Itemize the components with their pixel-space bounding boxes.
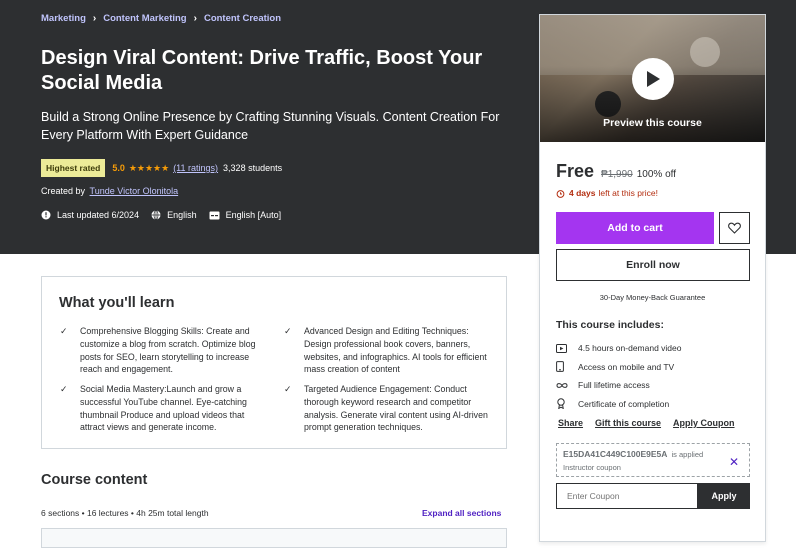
check-icon: ✓	[60, 384, 68, 394]
captions-text: English [Auto]	[225, 210, 282, 220]
includes-item: 4.5 hours on-demand video	[556, 339, 682, 358]
learn-item-text: Advanced Design and Editing Techniques: …	[304, 326, 487, 375]
check-icon: ✓	[284, 326, 292, 336]
check-icon: ✓	[60, 326, 68, 336]
video-icon	[556, 343, 569, 353]
star-rating-icon: ★★★★★	[128, 162, 170, 173]
last-updated: Last updated 6/2024	[41, 210, 139, 220]
gift-course-link[interactable]: Gift this course	[595, 418, 661, 428]
timer-days: 4 days	[569, 188, 596, 198]
learn-item: ✓ Comprehensive Blogging Skills: Create …	[60, 325, 265, 376]
learn-title: What you'll learn	[59, 295, 175, 311]
play-button[interactable]	[632, 58, 674, 100]
students-count: 3,328 students	[223, 163, 283, 173]
apply-coupon-button[interactable]: Apply	[698, 483, 750, 509]
closed-captions-icon	[209, 211, 220, 219]
timer-text: left at this price!	[598, 188, 658, 198]
language-text: English	[167, 210, 197, 220]
current-price: Free	[556, 161, 595, 181]
breadcrumb-marketing[interactable]: Marketing	[41, 13, 86, 24]
author-link[interactable]: Tunde Victor Olonitola	[90, 186, 179, 196]
breadcrumb: Marketing › Content Marketing › Content …	[41, 13, 281, 24]
created-by-label: Created by	[41, 186, 86, 196]
discount-percent: 100% off	[636, 169, 677, 180]
ratings-count-link[interactable]: (11 ratings)	[173, 163, 218, 173]
add-to-cart-button[interactable]: Add to cart	[556, 212, 714, 244]
learn-item-text: Social Media Mastery:Launch and grow a s…	[80, 384, 247, 433]
section-header[interactable]	[41, 528, 507, 548]
price-row: Free ₱1,990 100% off	[556, 161, 676, 182]
heart-icon	[728, 222, 741, 234]
breadcrumb-content-creation[interactable]: Content Creation	[204, 13, 281, 24]
course-subtitle: Build a Strong Online Presence by Crafti…	[41, 110, 500, 142]
price-timer: 4 days left at this price!	[556, 188, 658, 198]
learn-item-text: Comprehensive Blogging Skills: Create an…	[80, 326, 256, 375]
coupon-code-line: E15DA41C449C100E9E5A is applied	[563, 449, 743, 459]
includes-item: Certificate of completion	[556, 395, 682, 414]
alarm-clock-icon	[556, 189, 565, 198]
includes-item: Access on mobile and TV	[556, 358, 682, 377]
purchase-sidebar: Preview this course Free ₱1,990 100% off…	[539, 14, 766, 542]
language: English	[151, 210, 197, 220]
course-content-title: Course content	[41, 472, 148, 488]
rating-row: Highest rated 5.0 ★★★★★ (11 ratings) 3,3…	[41, 159, 282, 177]
coupon-type: Instructor coupon	[563, 463, 621, 472]
coupon-input[interactable]	[556, 483, 698, 509]
coupon-applied-text: is applied	[671, 450, 704, 459]
highest-rated-badge: Highest rated	[41, 159, 106, 177]
course-title: Design Viral Content: Drive Traffic, Boo…	[41, 47, 483, 94]
enroll-now-button[interactable]: Enroll now	[556, 249, 750, 281]
learn-item: ✓ Social Media Mastery:Launch and grow a…	[60, 383, 265, 434]
captions: English [Auto]	[209, 210, 282, 220]
mobile-icon	[556, 361, 569, 373]
coupon-code: E15DA41C449C100E9E5A	[563, 449, 668, 459]
rating-score: 5.0	[112, 163, 125, 173]
chevron-right-icon: ›	[193, 13, 197, 24]
course-content-meta: 6 sections • 16 lectures • 4h 25m total …	[41, 508, 209, 518]
applied-coupon: E15DA41C449C100E9E5A is applied Instruct…	[556, 443, 750, 477]
wishlist-button[interactable]	[719, 212, 750, 244]
chevron-right-icon: ›	[92, 13, 97, 24]
globe-icon	[151, 210, 161, 220]
breadcrumb-content-marketing[interactable]: Content Marketing	[103, 13, 186, 24]
course-meta: Last updated 6/2024 English English [Aut…	[41, 210, 293, 220]
course-preview-video[interactable]: Preview this course	[540, 15, 765, 142]
includes-title: This course includes:	[556, 319, 664, 331]
apply-coupon-link[interactable]: Apply Coupon	[673, 418, 735, 428]
learn-item-text: Targeted Audience Engagement: Conduct th…	[304, 384, 488, 433]
play-icon	[647, 71, 660, 87]
includes-item: Full lifetime access	[556, 376, 682, 395]
close-icon[interactable]: ✕	[729, 455, 739, 469]
includes-list: 4.5 hours on-demand video Access on mobi…	[556, 339, 682, 413]
infinity-icon	[556, 382, 569, 389]
last-updated-text: Last updated 6/2024	[57, 210, 140, 220]
created-by: Created by Tunde Victor Olonitola	[41, 186, 178, 196]
money-back-guarantee: 30-Day Money-Back Guarantee	[599, 293, 706, 302]
expand-all-sections-button[interactable]: Expand all sections	[422, 508, 501, 518]
what-youll-learn: What you'll learn ✓ Comprehensive Bloggi…	[41, 276, 507, 449]
certificate-icon	[556, 398, 569, 410]
share-link[interactable]: Share	[558, 418, 583, 428]
original-price: ₱1,990	[601, 169, 633, 180]
learn-item: ✓ Targeted Audience Engagement: Conduct …	[284, 383, 489, 434]
preview-label: Preview this course	[603, 117, 702, 129]
sidebar-links: Share Gift this course Apply Coupon	[558, 418, 747, 428]
alert-badge-icon	[41, 210, 51, 220]
learn-item: ✓ Advanced Design and Editing Techniques…	[284, 325, 489, 376]
check-icon: ✓	[284, 384, 292, 394]
